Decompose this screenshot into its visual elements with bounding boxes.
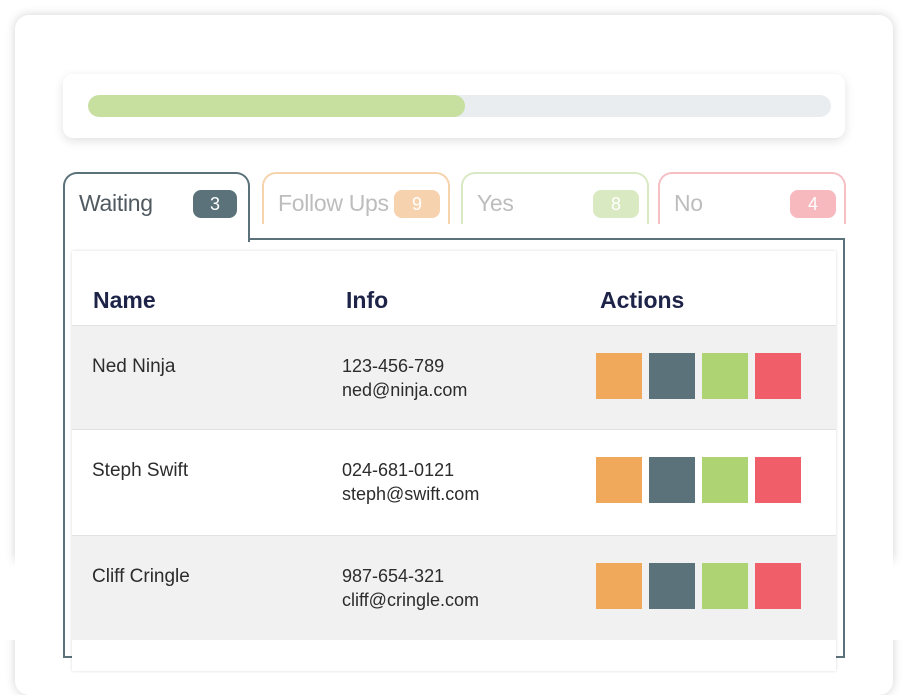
waiting-action-button[interactable]	[649, 353, 695, 399]
column-header-info: Info	[346, 287, 389, 313]
contact-phone: 123-456-789	[342, 356, 445, 376]
tab-count-badge: 4	[790, 190, 836, 218]
tab-count-badge: 8	[593, 190, 639, 218]
tab-label: Follow Ups	[278, 190, 389, 216]
follow-up-action-button[interactable]	[596, 353, 642, 399]
column-header-name: Name	[93, 287, 156, 313]
tab-count-badge: 9	[394, 190, 440, 218]
tab-no[interactable]: No 4	[658, 172, 846, 224]
waiting-action-button[interactable]	[649, 457, 695, 503]
no-action-button[interactable]	[755, 457, 801, 503]
contact-email: ned@ninja.com	[342, 380, 468, 400]
yes-action-button[interactable]	[702, 353, 748, 399]
progress-track	[88, 95, 831, 117]
tab-count-badge: 3	[193, 190, 237, 218]
progress-fill	[88, 95, 466, 117]
waiting-action-button[interactable]	[649, 563, 695, 609]
tab-label: Yes	[477, 190, 514, 216]
contact-phone: 024-681-0121	[342, 460, 455, 480]
table-row: Cliff Cringle 987-654-321 cliff@cringle.…	[72, 535, 836, 640]
no-action-button[interactable]	[755, 563, 801, 609]
tab-panel: Name Info Actions Ned Ninja 123-456-789 …	[63, 238, 845, 671]
progress-card	[63, 74, 845, 138]
follow-up-action-button[interactable]	[596, 563, 642, 609]
follow-up-action-button[interactable]	[596, 457, 642, 503]
table-row: Ned Ninja 123-456-789 ned@ninja.com	[72, 325, 836, 430]
no-action-button[interactable]	[755, 353, 801, 399]
table-row: Steph Swift 024-681-0121 steph@swift.com	[72, 429, 836, 534]
contact-name: Ned Ninja	[92, 356, 176, 377]
tab-yes[interactable]: Yes 8	[461, 172, 649, 224]
contacts-table: Name Info Actions Ned Ninja 123-456-789 …	[72, 251, 836, 671]
tab-label: Waiting	[79, 190, 153, 216]
contact-name: Steph Swift	[92, 460, 189, 481]
yes-action-button[interactable]	[702, 563, 748, 609]
contact-email: cliff@cringle.com	[342, 590, 479, 610]
yes-action-button[interactable]	[702, 457, 748, 503]
contact-phone: 987-654-321	[342, 566, 445, 586]
tab-waiting[interactable]: Waiting 3	[63, 172, 250, 242]
tab-label: No	[674, 190, 703, 216]
contact-name: Cliff Cringle	[92, 566, 190, 587]
tab-follow-ups[interactable]: Follow Ups 9	[262, 172, 450, 224]
contact-email: steph@swift.com	[342, 484, 480, 504]
column-header-actions: Actions	[600, 287, 685, 313]
